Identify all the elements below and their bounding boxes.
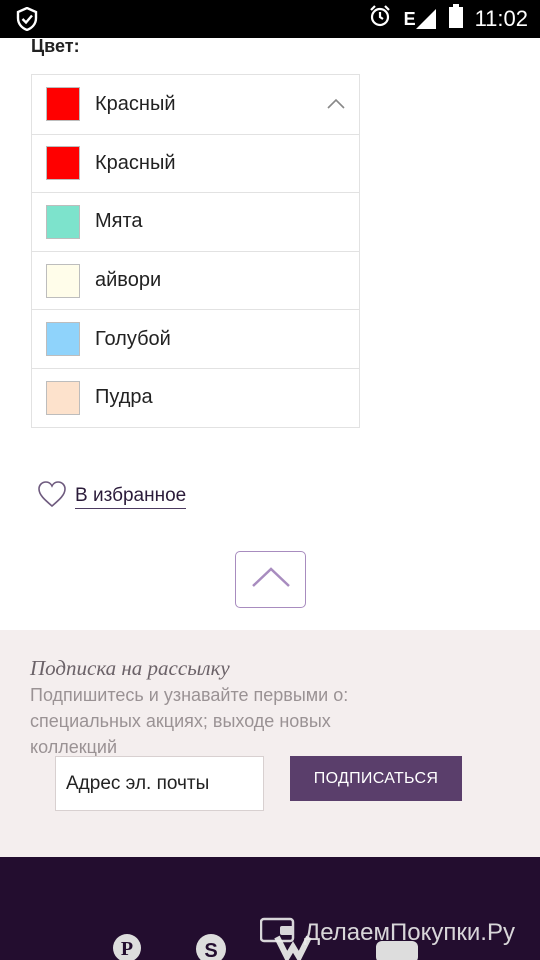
favorites-link[interactable]: В избранное <box>75 485 187 509</box>
color-option[interactable]: айвори <box>32 250 359 310</box>
watermark: ДелаемПокупки.Ру <box>259 915 515 950</box>
color-option-name: айвори <box>95 269 162 292</box>
wallet-icon <box>259 915 296 950</box>
add-to-favorites[interactable]: В избранное <box>37 480 187 513</box>
skype-icon[interactable]: S <box>191 933 231 960</box>
color-option[interactable]: Мята <box>32 192 359 251</box>
newsletter-section: Подписка на рассылку Подпишитесь и узнав… <box>0 630 540 857</box>
watermark-text: ДелаемПокупки.Ру <box>304 918 515 946</box>
color-option[interactable]: Красный <box>32 133 359 193</box>
svg-text:S: S <box>204 940 217 960</box>
color-swatch <box>46 380 80 415</box>
network-type: E <box>403 9 416 29</box>
shield-icon <box>16 6 38 36</box>
svg-text:P: P <box>121 938 133 960</box>
color-option[interactable]: Пудра <box>32 367 359 427</box>
alarm-icon <box>368 4 392 34</box>
status-bar: E 11:02 <box>0 0 540 38</box>
battery-icon <box>448 4 463 34</box>
color-swatch <box>46 263 80 298</box>
scroll-to-top-button[interactable] <box>235 551 306 608</box>
color-swatch <box>46 87 80 122</box>
selected-color-name: Красный <box>95 92 176 115</box>
color-option-name: Мята <box>95 210 143 233</box>
color-option-name: Красный <box>95 151 176 174</box>
email-input[interactable]: Адрес эл. почты <box>55 756 264 811</box>
signal-icon: E <box>404 8 437 30</box>
color-option-name: Пудра <box>95 386 153 409</box>
footer: P S ДелаемПокупки.Ру <box>0 857 540 960</box>
color-dropdown[interactable]: Красный Красный Мята айвори Голубой Пудр… <box>31 74 360 428</box>
color-swatch <box>46 322 80 357</box>
color-dropdown-selected[interactable]: Красный <box>32 75 359 134</box>
chevron-up-icon[interactable] <box>327 97 345 115</box>
color-swatch <box>46 146 80 181</box>
color-option-name: Голубой <box>95 327 171 350</box>
newsletter-description: Подпишитесь и узнавайте первыми о: специ… <box>30 685 349 757</box>
heart-icon[interactable] <box>37 480 67 513</box>
subscribe-button[interactable]: ПОДПИСАТЬСЯ <box>290 756 462 801</box>
chevron-up-icon <box>251 566 291 593</box>
color-option[interactable]: Голубой <box>32 309 359 368</box>
color-swatch <box>46 204 80 239</box>
newsletter-title: Подписка на рассылку <box>30 656 230 680</box>
color-label: Цвет: <box>31 36 80 56</box>
pinterest-icon[interactable]: P <box>112 933 142 960</box>
clock: 11:02 <box>474 6 528 31</box>
